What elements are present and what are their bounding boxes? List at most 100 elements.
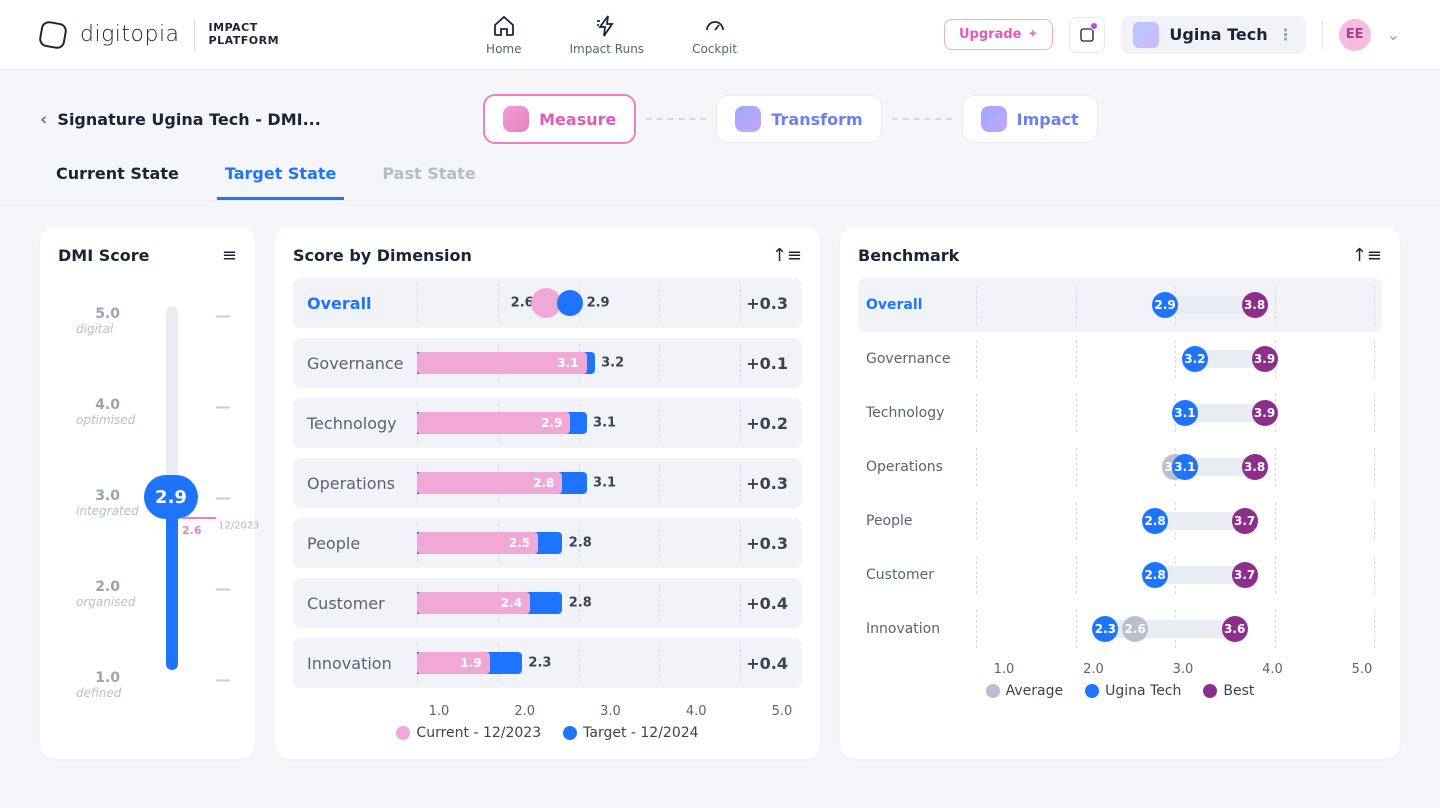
sbd-row[interactable]: Governance3.13.2+0.1 <box>293 338 802 388</box>
bar-track: 2.93.1 <box>417 412 740 434</box>
tab-past-state[interactable]: Past State <box>374 154 483 200</box>
gridlines <box>976 344 1374 374</box>
tab-target-state[interactable]: Target State <box>217 154 345 200</box>
best-dot-icon: 3.9 <box>1252 346 1278 372</box>
bench-row[interactable]: Customer2.83.7 <box>858 548 1382 602</box>
axis-tick: 2.0 <box>1074 662 1114 677</box>
row-delta: +0.3 <box>740 294 788 313</box>
dmi-tick: 1.0—defined <box>58 670 237 689</box>
row-name: Governance <box>307 354 417 373</box>
row-delta: +0.4 <box>740 594 788 613</box>
sbd-row[interactable]: People2.52.8+0.3 <box>293 518 802 568</box>
best-dot-icon: 3.8 <box>1242 454 1268 480</box>
tab-current-state[interactable]: Current State <box>48 154 187 200</box>
notifications-button[interactable] <box>1069 17 1105 53</box>
breadcrumb[interactable]: ‹ Signature Ugina Tech - DMI... <box>40 109 321 130</box>
bench-legend: Average Ugina Tech Best <box>858 677 1382 699</box>
dot-blue-icon <box>1085 684 1099 698</box>
sbd-legend: Current - 12/2023 Target - 12/2024 <box>293 719 802 741</box>
dashboard-grid: DMI Score ≡ 5.0—digital4.0—optimised3.0—… <box>0 203 1440 783</box>
sbd-row[interactable]: Technology2.93.1+0.2 <box>293 398 802 448</box>
dot-blue-icon <box>563 726 577 740</box>
nav-home-label: Home <box>486 42 521 56</box>
axis-tick: 3.0 <box>1163 662 1203 677</box>
row-delta: +0.3 <box>740 534 788 553</box>
tick-value: 4.0 <box>58 397 120 413</box>
card-title: Benchmark <box>858 246 959 265</box>
best-dot-icon: 3.7 <box>1232 508 1258 534</box>
legend-current-label: Current - 12/2023 <box>416 725 541 741</box>
stage-row: ‹ Signature Ugina Tech - DMI... Measure … <box>0 70 1440 156</box>
dmi-tick: 4.0—optimised <box>58 397 237 416</box>
dot-grey-icon <box>986 684 1000 698</box>
stage-measure-icon <box>503 106 529 132</box>
menu-icon[interactable]: ≡ <box>222 245 237 266</box>
org-name: Ugina Tech <box>1169 25 1267 44</box>
avatar[interactable]: EE <box>1339 19 1371 51</box>
sbd-row[interactable]: Operations2.83.1+0.3 <box>293 458 802 508</box>
card-benchmark: Benchmark ↑≡ Overall2.93.8Governance3.23… <box>840 227 1400 759</box>
target-value: 3.1 <box>593 476 616 491</box>
row-vis: 2.52.8 <box>417 528 740 558</box>
row-vis: 2.6▶2.9 <box>417 288 740 318</box>
bench-row[interactable]: Innovation2.62.33.6 <box>858 602 1382 656</box>
sbd-body: Overall2.6▶2.9+0.3 Governance3.13.2+0.1 Te… <box>293 278 802 688</box>
row-vis: 3.23.9 <box>976 344 1374 374</box>
nav-cockpit[interactable]: Cockpit <box>692 14 737 56</box>
bar-track: 2.83.1 <box>417 472 740 494</box>
tick-label: defined <box>76 686 121 700</box>
sort-icon[interactable]: ↑≡ <box>1352 245 1382 266</box>
stage-impact-icon <box>981 106 1007 132</box>
dmi-current-date: 12/2023 <box>218 521 260 532</box>
bench-row-overall[interactable]: Overall2.93.8 <box>858 278 1382 332</box>
connector-line <box>646 118 706 120</box>
chevron-down-icon[interactable]: ⌄ <box>1387 25 1400 44</box>
bench-row[interactable]: Operations3.03.13.8 <box>858 440 1382 494</box>
sbd-row-overall[interactable]: Overall2.6▶2.9+0.3 <box>293 278 802 328</box>
chevron-left-icon: ‹ <box>40 109 47 130</box>
tick-dash-icon: — <box>215 670 231 689</box>
target-value: 3.1 <box>593 416 616 431</box>
company-dot-icon: 3.1 <box>1172 454 1198 480</box>
row-name: Operations <box>866 459 976 475</box>
nav-impact-runs[interactable]: Impact Runs <box>569 14 644 56</box>
tick-value: 3.0 <box>58 488 120 504</box>
target-value: 2.3 <box>528 656 551 671</box>
row-name: People <box>307 534 417 553</box>
nav-home[interactable]: Home <box>486 14 521 56</box>
row-name: Governance <box>866 351 976 367</box>
upgrade-button[interactable]: Upgrade ✦ <box>944 19 1053 50</box>
tick-dash-icon: — <box>215 579 231 598</box>
bench-row[interactable]: Governance3.23.9 <box>858 332 1382 386</box>
stage-measure-label: Measure <box>539 110 616 129</box>
target-value: 2.8 <box>569 536 592 551</box>
tick-dash-icon: — <box>215 397 231 416</box>
header-right: Upgrade ✦ Ugina Tech ⋮ EE ⌄ <box>944 16 1400 54</box>
bench-row[interactable]: Technology3.13.9 <box>858 386 1382 440</box>
sbd-row[interactable]: Innovation1.92.3+0.4 <box>293 638 802 688</box>
row-vis: 3.03.13.8 <box>976 452 1374 482</box>
dmi-tick: 2.0—organised <box>58 579 237 598</box>
card-dmi-score: DMI Score ≡ 5.0—digital4.0—optimised3.0—… <box>40 227 255 759</box>
brand: digitopia IMPACT PLATFORM <box>40 19 279 51</box>
avg-dot-icon: 2.6 <box>1122 616 1148 642</box>
axis-tick: 1.0 <box>984 662 1024 677</box>
legend-company: Ugina Tech <box>1085 683 1181 699</box>
sort-icon[interactable]: ↑≡ <box>772 245 802 266</box>
stage-measure[interactable]: Measure <box>483 94 636 144</box>
brand-sub-1: IMPACT <box>209 22 280 34</box>
dot-purple-icon <box>1203 684 1217 698</box>
org-icon <box>1133 22 1159 48</box>
nav-cockpit-label: Cockpit <box>692 42 737 56</box>
org-switcher[interactable]: Ugina Tech ⋮ <box>1121 16 1305 54</box>
row-name: Innovation <box>307 654 417 673</box>
company-dot-icon: 2.9 <box>1152 292 1178 318</box>
row-vis: 3.13.2 <box>417 348 740 378</box>
axis-tick: 3.0 <box>591 704 631 719</box>
tick-value: 5.0 <box>58 306 120 322</box>
bench-row[interactable]: People2.83.7 <box>858 494 1382 548</box>
sbd-row[interactable]: Customer2.42.8+0.4 <box>293 578 802 628</box>
stage-impact[interactable]: Impact <box>962 95 1098 143</box>
brand-name: digitopia <box>80 22 180 47</box>
stage-transform[interactable]: Transform <box>716 95 881 143</box>
